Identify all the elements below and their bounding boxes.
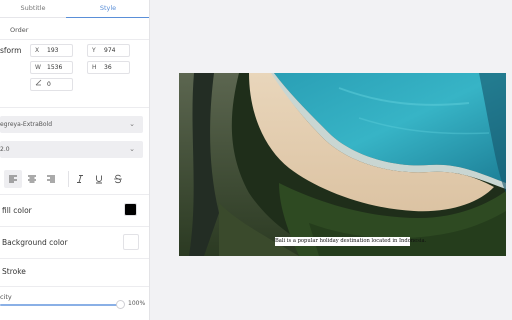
height-field[interactable]: H 36 <box>87 61 130 74</box>
divider <box>0 286 149 287</box>
strikethrough-button[interactable] <box>109 170 127 188</box>
align-right-button[interactable] <box>42 170 60 188</box>
font-size-select[interactable]: 2.0 ⌄ <box>0 141 143 158</box>
divider <box>0 226 149 227</box>
align-right-icon <box>47 175 55 183</box>
opacity-label: city <box>0 293 12 301</box>
align-center-button[interactable] <box>23 170 41 188</box>
width-field-label: W <box>35 64 41 71</box>
opacity-slider-thumb[interactable] <box>116 300 125 309</box>
underline-icon <box>96 175 102 184</box>
rotation-field[interactable]: 0 <box>30 78 73 91</box>
panel-tabs: Subtitle Style <box>0 0 149 18</box>
height-field-value: 36 <box>104 64 112 71</box>
underline-button[interactable] <box>90 170 108 188</box>
font-family-select[interactable]: egreya-ExtraBold ⌄ <box>0 116 143 133</box>
opacity-slider-track[interactable] <box>0 304 118 306</box>
height-field-label: H <box>92 64 97 71</box>
x-field-label: X <box>35 47 40 54</box>
tab-subtitle[interactable]: Subtitle <box>0 0 66 18</box>
subtitle-overlay[interactable]: Bali is a popular holiday destination lo… <box>275 237 426 246</box>
font-size-value: 2.0 <box>0 146 10 153</box>
width-field-value: 1536 <box>47 64 63 71</box>
fill-color-label: fill color <box>2 206 32 215</box>
background-color-label: Background color <box>2 238 68 247</box>
chevron-down-icon: ⌄ <box>129 120 135 128</box>
divider <box>0 258 149 259</box>
fill-color-swatch[interactable] <box>124 203 137 216</box>
y-field-value: 974 <box>104 47 116 54</box>
font-family-value: egreya-ExtraBold <box>0 121 53 128</box>
tab-style[interactable]: Style <box>66 0 149 18</box>
style-panel: Subtitle Style Order sform X 193 Y 974 W… <box>0 0 150 320</box>
transform-label: sform <box>0 46 22 55</box>
y-field-label: Y <box>92 47 96 54</box>
width-field[interactable]: W 1536 <box>30 61 73 74</box>
divider <box>0 194 149 195</box>
x-field[interactable]: X 193 <box>30 44 73 57</box>
italic-icon <box>77 175 83 183</box>
align-left-button[interactable] <box>4 170 22 188</box>
align-left-icon <box>9 175 17 183</box>
stroke-label[interactable]: Stroke <box>2 267 26 276</box>
divider <box>0 107 149 108</box>
background-color-swatch[interactable] <box>123 234 139 250</box>
rotation-field-value: 0 <box>47 81 51 88</box>
order-label[interactable]: Order <box>0 24 149 38</box>
rotation-icon <box>35 79 42 90</box>
x-field-value: 193 <box>47 47 59 54</box>
chevron-down-icon: ⌄ <box>129 145 135 153</box>
divider <box>0 39 149 40</box>
italic-button[interactable] <box>71 170 89 188</box>
divider <box>68 171 69 187</box>
align-center-icon <box>28 175 36 183</box>
opacity-value: 100% <box>128 300 146 307</box>
strikethrough-icon <box>114 174 122 184</box>
y-field[interactable]: Y 974 <box>87 44 130 57</box>
video-preview-image <box>179 73 506 256</box>
